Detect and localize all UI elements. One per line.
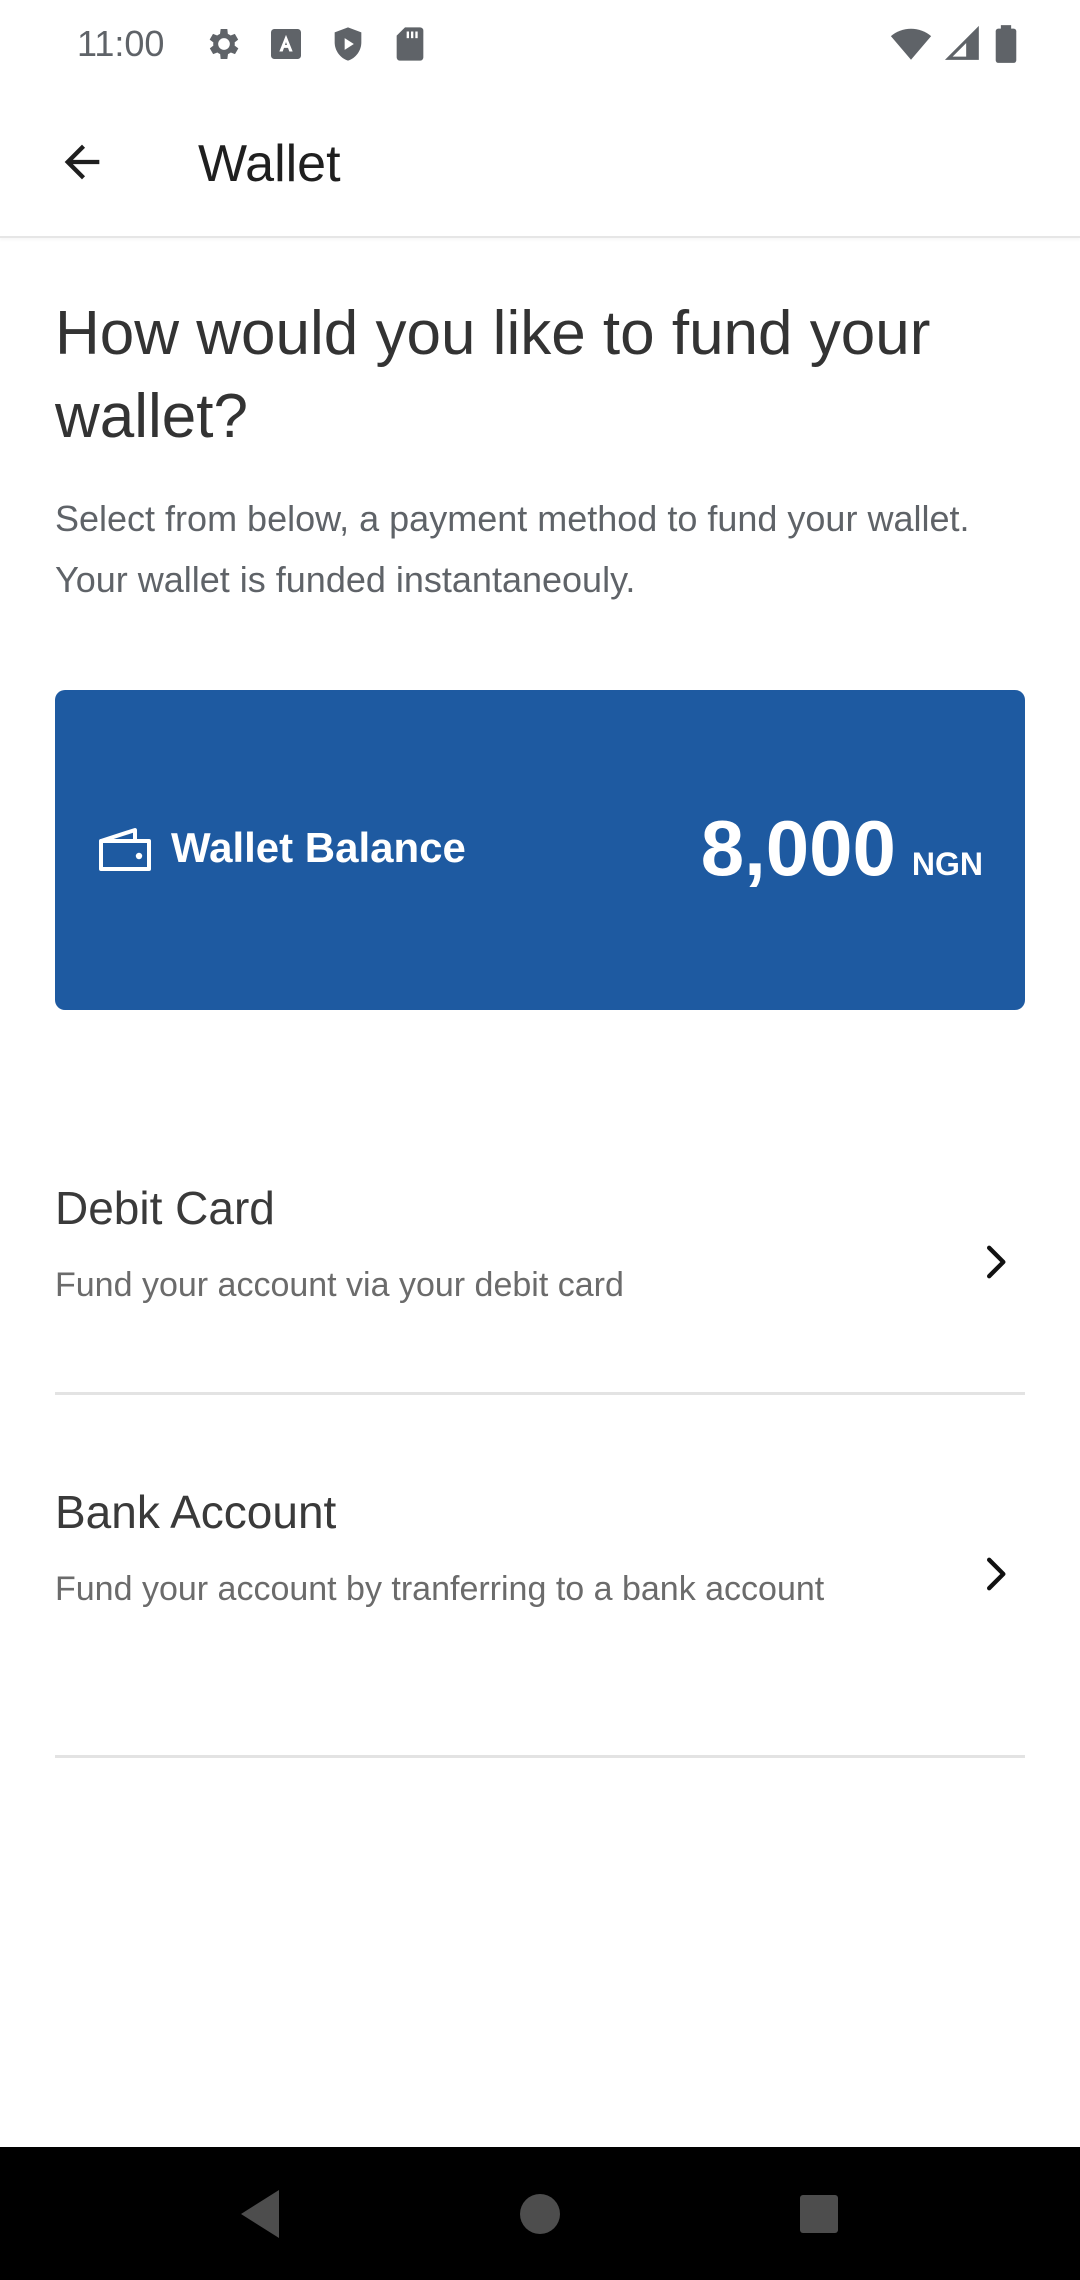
option-title: Bank Account [55,1486,337,1538]
wallet-icon [99,828,151,871]
back-button[interactable] [40,120,124,204]
wallet-balance-value: 8,000 NGN [701,802,983,894]
status-right-icons [890,22,1018,66]
sd-card-icon [396,27,424,61]
status-bar: 11:00 [0,0,1080,88]
status-time: 11:00 [77,23,165,64]
battery-icon [995,25,1017,63]
bank-account-option[interactable]: Bank Account Fund your account by tranfe… [55,1392,1025,1758]
font-icon [271,29,301,59]
nav-recents-icon [800,2195,838,2233]
chevron-right-icon [987,1245,1006,1279]
nav-back-button[interactable] [231,2185,289,2243]
chevron-right-icon [987,1557,1006,1591]
nav-back-icon [241,2190,279,2238]
nav-home-button[interactable] [511,2185,569,2243]
app-bar: Wallet [0,88,1080,238]
wallet-balance-card: Wallet Balance 8,000 NGN [55,690,1025,1010]
wallet-balance-amount: 8,000 [700,804,896,892]
nav-recents-button[interactable] [790,2185,848,2243]
signal-icon [944,25,979,60]
nav-home-icon [520,2194,560,2234]
debit-card-option[interactable]: Debit Card Fund your account via your de… [55,1150,1025,1395]
shield-icon [334,27,362,61]
status-left-icons [204,24,430,64]
option-description: Fund your account by tranferring to a ba… [55,1570,825,1608]
wifi-icon [890,28,932,60]
page-title: Wallet [198,135,341,193]
settings-icon [209,29,239,59]
wallet-balance-currency: NGN [911,846,983,882]
system-navigation-bar [0,2147,1080,2280]
option-title: Debit Card [55,1182,275,1234]
fund-wallet-description: Select from below, a payment method to f… [55,498,970,600]
option-description: Fund your account via your debit card [55,1266,624,1304]
fund-wallet-heading: How would you like to fund your wallet? [55,299,931,451]
wallet-balance-label: Wallet Balance [171,824,466,871]
arrow-left-icon [64,144,100,180]
